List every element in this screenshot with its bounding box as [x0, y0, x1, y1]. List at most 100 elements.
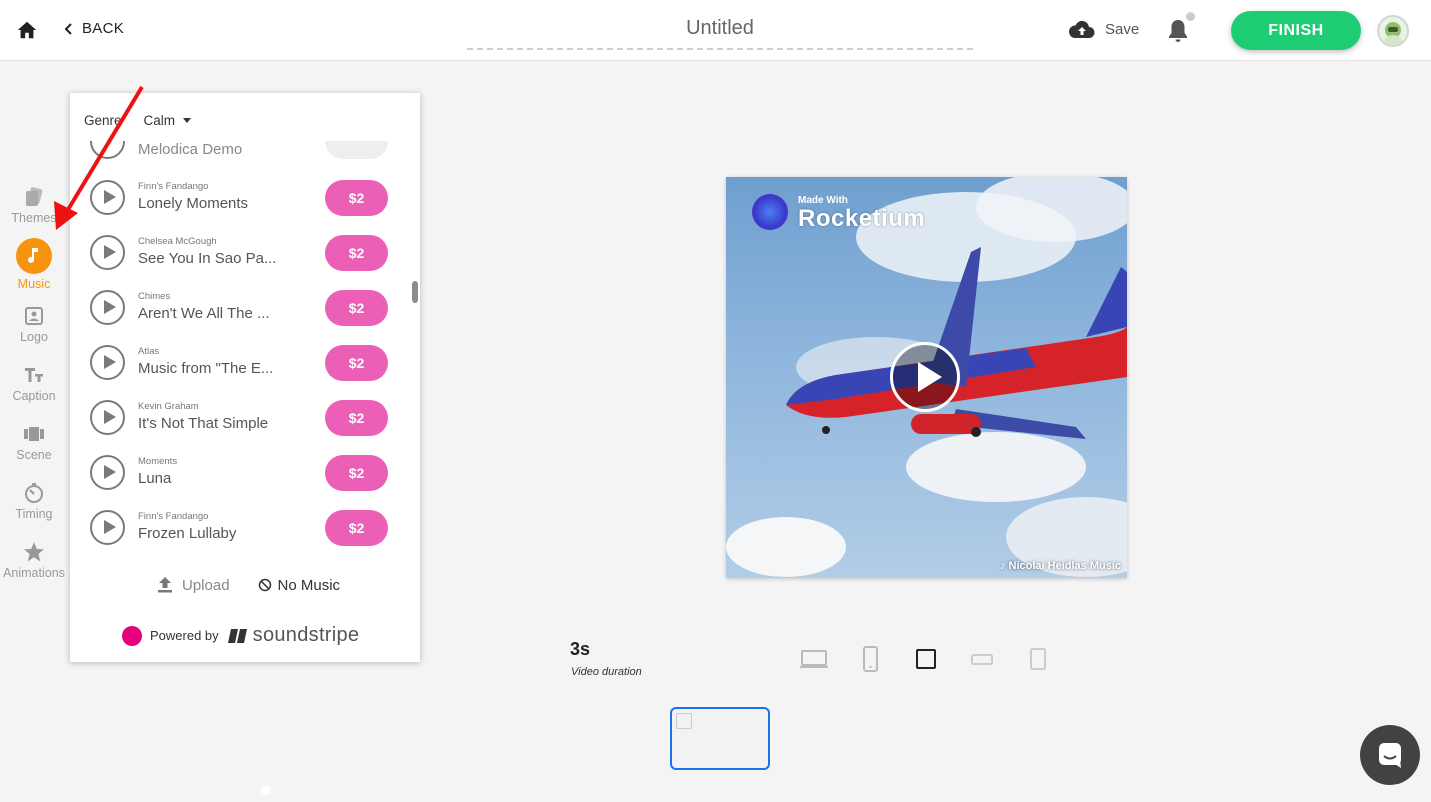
track-title: It's Not That Simple — [138, 415, 269, 432]
bell-icon[interactable] — [1166, 18, 1190, 44]
soundstripe-logo[interactable]: soundstripe — [227, 624, 360, 647]
price-button[interactable]: $2 — [325, 235, 388, 271]
sidebar-item-label: Logo — [20, 330, 48, 344]
sidebar-item-timing[interactable]: Timing — [0, 482, 68, 521]
avatar-image-icon — [1383, 22, 1403, 45]
list-item: Finn's Fandango Frozen Lullaby $2 — [90, 510, 390, 559]
top-bar: BACK Save FINISH — [0, 0, 1431, 61]
themes-icon — [26, 187, 43, 206]
video-title-input[interactable] — [467, 8, 973, 50]
logo-icon — [25, 307, 43, 325]
finish-button[interactable]: FINISH — [1231, 11, 1361, 50]
track-title: Lonely Moments — [138, 195, 249, 212]
list-item: Atlas Music from "The E... $2 — [90, 345, 390, 400]
price-button[interactable] — [325, 141, 388, 159]
portrait-format-icon[interactable] — [1023, 645, 1053, 673]
music-note-icon — [16, 238, 52, 274]
track-list[interactable]: Melodica Demo Finn's Fandango Lonely Mom… — [70, 141, 410, 559]
sidebar-item-logo[interactable]: Logo — [0, 305, 68, 344]
sidebar-item-label: Timing — [15, 507, 53, 521]
video-preview[interactable]: Made With Rocketium ♪ Nicolai Heidlas Mu… — [726, 177, 1127, 578]
list-item: Finn's Fandango Lonely Moments $2 — [90, 180, 390, 235]
sidebar-item-label: Music — [17, 277, 51, 291]
square-format-icon[interactable] — [911, 645, 941, 673]
list-item: Chimes Aren't We All The ... $2 — [90, 290, 390, 345]
upload-icon — [158, 577, 172, 593]
list-item-partial: Melodica Demo — [70, 141, 410, 159]
track-artist: Kevin Graham — [138, 401, 199, 412]
list-item: Moments Luna $2 — [90, 455, 390, 510]
avatar[interactable] — [1377, 15, 1409, 47]
sidebar-item-label: Themes — [11, 211, 57, 225]
play-icon[interactable] — [90, 510, 125, 545]
mobile-format-icon[interactable] — [855, 645, 885, 673]
play-icon[interactable] — [90, 400, 125, 435]
genre-value: Calm — [143, 113, 176, 128]
upload-row: Upload No Music — [156, 576, 340, 594]
track-title: Frozen Lullaby — [138, 525, 237, 542]
track-artist: Chelsea McGough — [138, 236, 217, 247]
no-music-button[interactable]: No Music — [258, 576, 341, 594]
sidebar-item-label: Scene — [16, 448, 52, 462]
chat-button[interactable] — [1360, 725, 1420, 785]
block-icon — [258, 578, 271, 592]
track-title: Music from "The E... — [138, 360, 274, 377]
save-label: Save — [1105, 20, 1140, 38]
star-icon — [24, 542, 44, 562]
play-icon[interactable] — [90, 290, 125, 325]
save-button[interactable]: Save — [1069, 20, 1139, 38]
back-label: BACK — [82, 20, 125, 37]
landscape-format-icon[interactable] — [799, 645, 829, 673]
soundstripe-dot-icon — [122, 625, 142, 646]
genre-label: Genre — [84, 113, 122, 128]
small-marker — [262, 786, 270, 794]
powered-by: Powered by soundstripe — [122, 624, 359, 647]
price-button[interactable]: $2 — [325, 455, 388, 491]
scene-icon — [24, 427, 44, 441]
scene-thumbnail[interactable] — [670, 707, 770, 770]
track-title: See You In Sao Pa... — [138, 250, 277, 267]
play-icon[interactable] — [90, 345, 125, 380]
price-button[interactable]: $2 — [325, 400, 388, 436]
no-music-label: No Music — [277, 576, 341, 594]
music-credit: ♪ Nicolai Heidlas Music — [999, 560, 1121, 572]
music-panel: Genre Calm Melodica Demo Finn's Fandango… — [70, 93, 420, 662]
genre-dropdown[interactable]: Calm — [144, 113, 192, 128]
price-button[interactable]: $2 — [325, 290, 388, 326]
caret-down-icon — [183, 118, 192, 123]
price-button[interactable]: $2 — [325, 510, 388, 546]
home-icon[interactable] — [16, 19, 38, 41]
sidebar-item-caption[interactable]: Caption — [0, 364, 68, 403]
sidebar-item-animations[interactable]: Animations — [0, 541, 68, 580]
watermark-brand: Rocketium — [798, 205, 926, 232]
play-button[interactable] — [890, 342, 960, 412]
sidebar-item-label: Animations — [3, 566, 65, 580]
play-icon[interactable] — [90, 455, 125, 490]
track-artist: Moments — [138, 456, 178, 467]
music-credit-text: Nicolai Heidlas Music — [1008, 560, 1121, 572]
play-icon[interactable] — [90, 180, 125, 215]
back-button[interactable]: BACK — [64, 20, 124, 37]
price-button[interactable]: $2 — [325, 345, 388, 381]
list-item: Chelsea McGough See You In Sao Pa... $2 — [90, 235, 390, 290]
upload-button[interactable]: Upload — [156, 576, 230, 594]
play-icon[interactable] — [90, 141, 125, 159]
video-duration-value: 3s — [570, 639, 591, 659]
broken-image-icon — [676, 713, 692, 729]
soundstripe-wordmark: soundstripe — [252, 624, 360, 646]
price-button[interactable]: $2 — [325, 180, 388, 216]
chat-icon — [1379, 743, 1401, 768]
powered-by-label: Powered by — [150, 628, 219, 643]
list-item: Kevin Graham It's Not That Simple $2 — [90, 400, 390, 455]
sidebar-item-label: Caption — [12, 389, 56, 403]
genre-row: Genre Calm — [84, 113, 192, 128]
play-icon[interactable] — [90, 235, 125, 270]
track-title: Melodica Demo — [138, 141, 243, 158]
cloud-upload-icon — [1069, 20, 1095, 38]
scrollbar-thumb[interactable] — [412, 281, 418, 303]
sidebar-item-scene[interactable]: Scene — [0, 423, 68, 462]
wide-format-icon[interactable] — [967, 645, 997, 673]
timing-icon — [25, 483, 43, 503]
sidebar-item-music[interactable]: Music — [0, 238, 68, 291]
sidebar-item-themes[interactable]: Themes — [0, 186, 68, 225]
